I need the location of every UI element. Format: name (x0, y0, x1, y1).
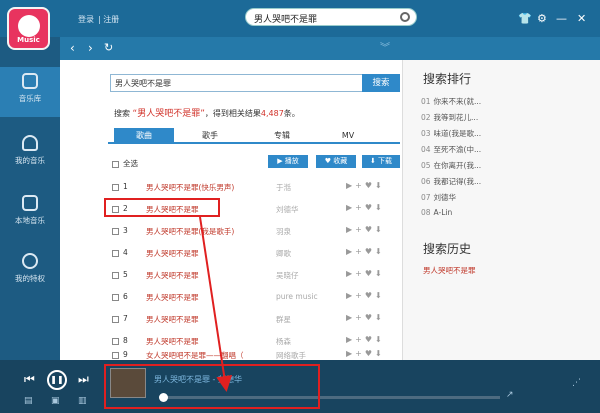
logo-headphone-icon (18, 15, 40, 37)
logo-label: Music (17, 36, 40, 44)
app-logo: Music (7, 7, 50, 50)
annotation-arrow (199, 216, 233, 392)
